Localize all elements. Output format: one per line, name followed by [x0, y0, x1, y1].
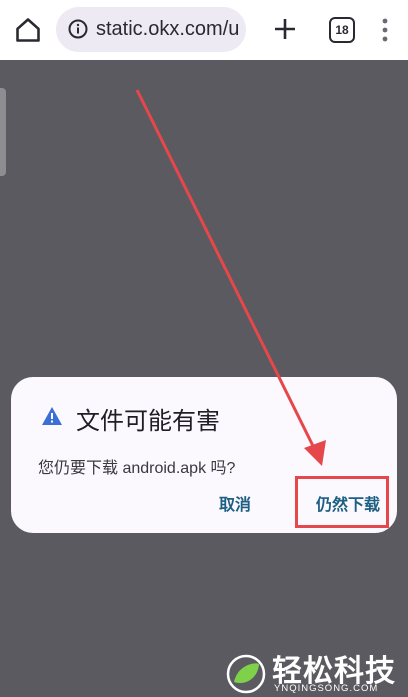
home-icon[interactable]: [14, 16, 42, 44]
warning-icon: [42, 407, 62, 425]
overflow-menu-icon[interactable]: [380, 16, 390, 44]
address-bar[interactable]: static.okx.com/u: [56, 7, 246, 52]
plus-icon[interactable]: [272, 16, 298, 42]
watermark: 轻松科技 YNQINGSONG.COM: [222, 650, 408, 697]
cancel-button[interactable]: 取消: [219, 491, 251, 515]
leaf-logo-icon: [226, 654, 266, 694]
tabs-icon[interactable]: 18: [329, 17, 355, 43]
annotation-arrow: [135, 89, 326, 466]
browser-toolbar: static.okx.com/u 18: [0, 0, 408, 60]
info-icon[interactable]: [68, 19, 88, 39]
dialog-title: 文件可能有害: [76, 408, 220, 435]
url-text[interactable]: static.okx.com/u: [96, 18, 239, 41]
watermark-domain: YNQINGSONG.COM: [274, 683, 379, 694]
scroll-handle[interactable]: [0, 88, 6, 176]
highlight-box: [295, 476, 389, 528]
dialog-message: 您仍要下载 android.apk 吗?: [38, 460, 236, 477]
